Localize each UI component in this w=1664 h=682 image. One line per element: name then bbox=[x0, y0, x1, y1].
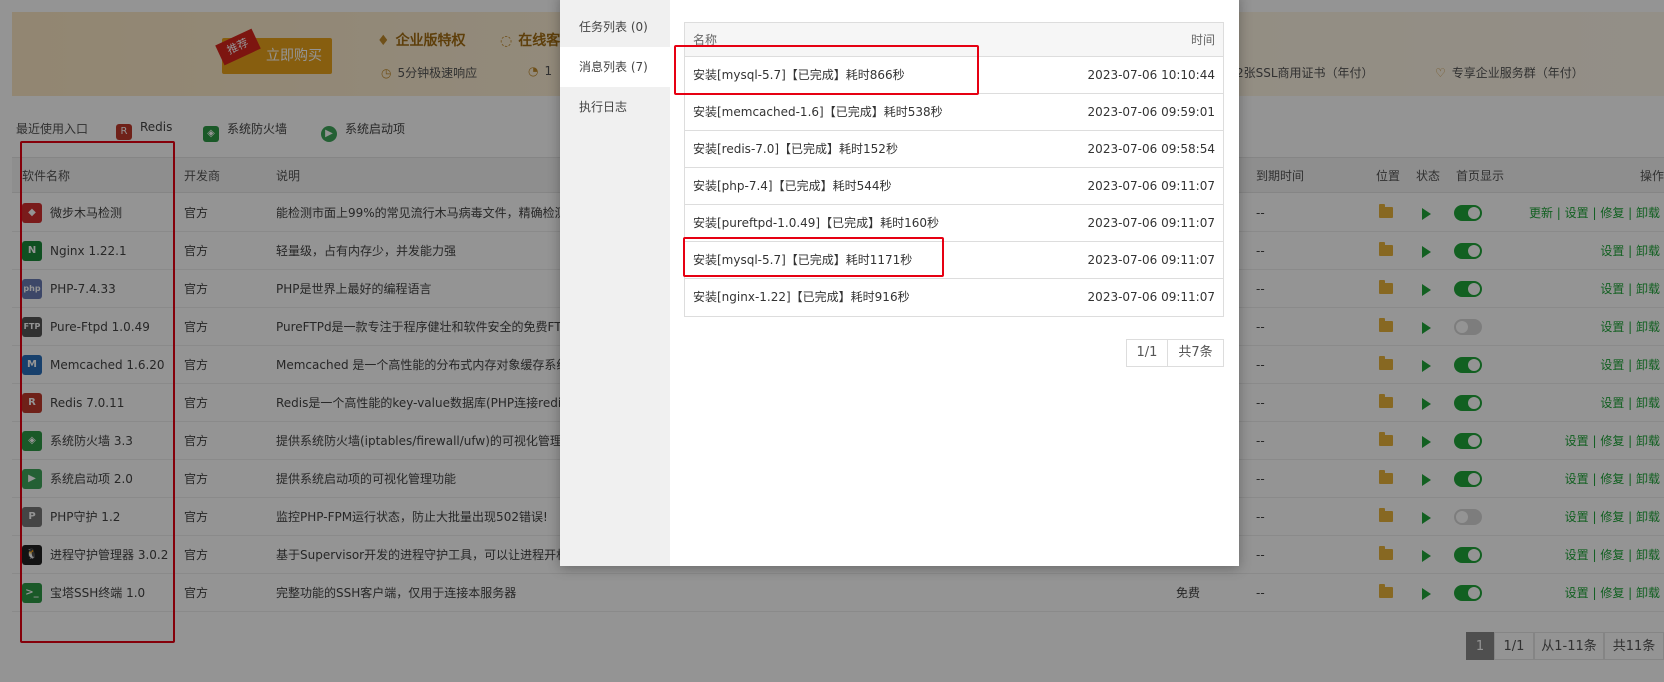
message-name: 安装[nginx-1.22]【已完成】耗时916秒 bbox=[693, 290, 910, 304]
message-name: 安装[redis-7.0]【已完成】耗时152秒 bbox=[693, 142, 898, 156]
message-time: 2023-07-06 09:11:07 bbox=[1087, 216, 1215, 230]
dialog-sidebar: 任务列表 (0) 消息列表 (7) 执行日志 bbox=[560, 0, 670, 566]
message-time: 2023-07-06 10:10:44 bbox=[1087, 68, 1215, 82]
tab-task-list[interactable]: 任务列表 (0) bbox=[560, 7, 670, 47]
message-row: 安装[pureftpd-1.0.49]【已完成】耗时160秒 2023-07-0… bbox=[685, 205, 1223, 242]
message-row: 安装[mysql-5.7]【已完成】耗时866秒 2023-07-06 10:1… bbox=[685, 57, 1223, 94]
message-name: 安装[memcached-1.6]【已完成】耗时538秒 bbox=[693, 105, 943, 119]
message-name: 安装[php-7.4]【已完成】耗时544秒 bbox=[693, 179, 892, 193]
message-time: 2023-07-06 09:58:54 bbox=[1087, 142, 1215, 156]
message-time: 2023-07-06 09:11:07 bbox=[1087, 253, 1215, 267]
message-row: 安装[nginx-1.22]【已完成】耗时916秒 2023-07-06 09:… bbox=[685, 279, 1223, 316]
modal-pager-total: 共7条 bbox=[1167, 339, 1224, 367]
col-name: 名称 bbox=[693, 33, 718, 47]
message-time: 2023-07-06 09:59:01 bbox=[1087, 105, 1215, 119]
message-row: 安装[memcached-1.6]【已完成】耗时538秒 2023-07-06 … bbox=[685, 94, 1223, 131]
message-box-dialog: 任务列表 (0) 消息列表 (7) 执行日志 名称 时间 安装[mysql-5.… bbox=[560, 0, 1239, 566]
message-list: 名称 时间 安装[mysql-5.7]【已完成】耗时866秒 2023-07-0… bbox=[684, 22, 1224, 317]
message-name: 安装[mysql-5.7]【已完成】耗时866秒 bbox=[693, 68, 905, 82]
message-time: 2023-07-06 09:11:07 bbox=[1087, 179, 1215, 193]
col-time: 时间 bbox=[1190, 33, 1215, 47]
message-list-header: 名称 时间 bbox=[685, 23, 1223, 57]
message-name: 安装[mysql-5.7]【已完成】耗时1171秒 bbox=[693, 253, 913, 267]
message-row: 安装[redis-7.0]【已完成】耗时152秒 2023-07-06 09:5… bbox=[685, 131, 1223, 168]
message-name: 安装[pureftpd-1.0.49]【已完成】耗时160秒 bbox=[693, 216, 939, 230]
message-row: 安装[mysql-5.7]【已完成】耗时1171秒 2023-07-06 09:… bbox=[685, 242, 1223, 279]
modal-pager-pages: 1/1 bbox=[1126, 339, 1168, 367]
tab-exec-log[interactable]: 执行日志 bbox=[560, 87, 670, 127]
message-time: 2023-07-06 09:11:07 bbox=[1087, 290, 1215, 304]
tab-message-list[interactable]: 消息列表 (7) bbox=[560, 47, 670, 87]
message-row: 安装[php-7.4]【已完成】耗时544秒 2023-07-06 09:11:… bbox=[685, 168, 1223, 205]
